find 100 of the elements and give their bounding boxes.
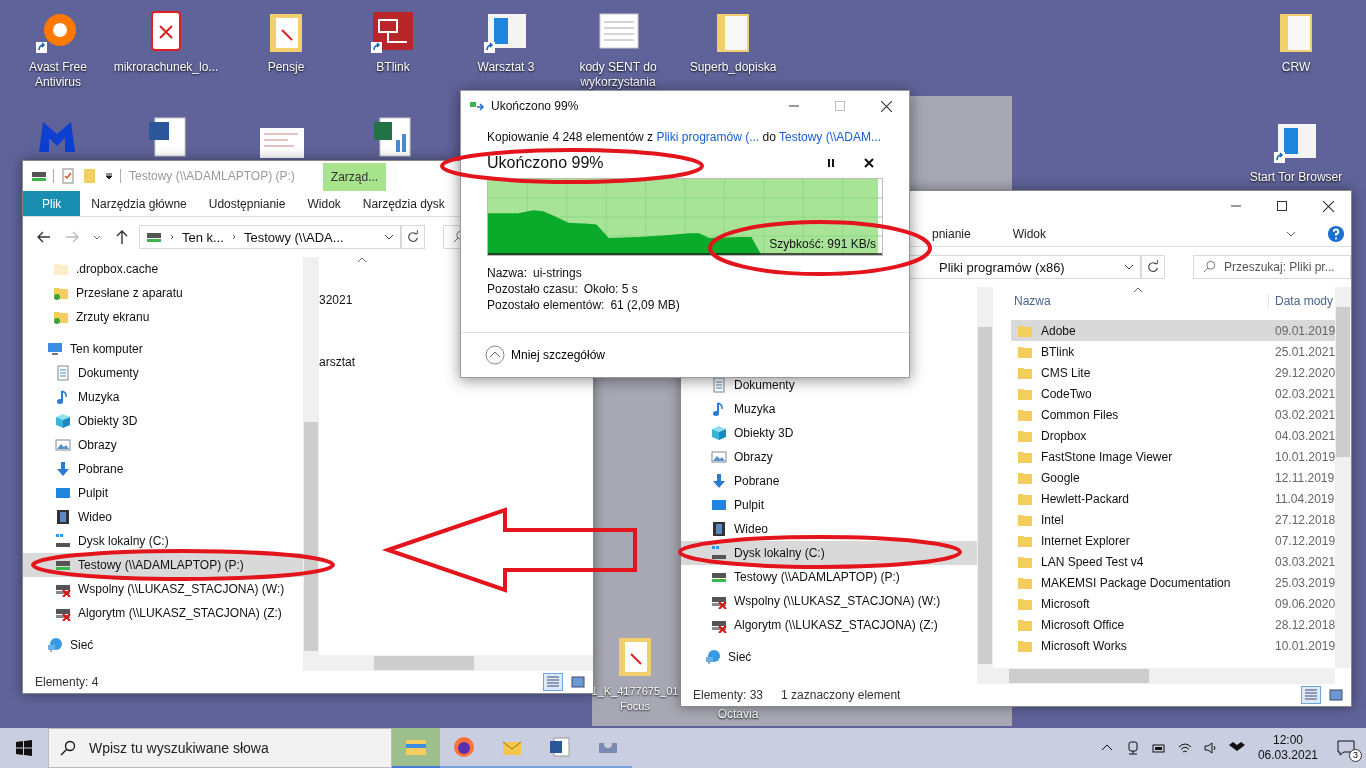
file-row[interactable]: Microsoft Office 28.12.2018	[1011, 614, 1335, 635]
ribbon-tab[interactable]: Narzędzia dysk	[351, 191, 456, 216]
nav-item[interactable]: Testowy (\\ADAMLAPTOP) (P:)	[681, 565, 977, 589]
desktop-icon-label[interactable]: CRW	[1281, 60, 1311, 75]
file-row[interactable]: Dropbox 04.03.2021	[1011, 425, 1335, 446]
horizontal-scrollbar[interactable]	[319, 655, 593, 671]
refresh-button[interactable]	[401, 225, 425, 249]
nav-item[interactable]: Pobrane	[23, 457, 303, 481]
file-row[interactable]: CMS Lite 29.12.2020	[1011, 362, 1335, 383]
large-icons-view-icon[interactable]	[1327, 687, 1345, 703]
nav-item[interactable]: .dropbox.cache	[23, 257, 303, 281]
file-row[interactable]: Common Files 03.02.2021	[1011, 404, 1335, 425]
file-name: Microsoft	[1041, 596, 1091, 611]
clock[interactable]: 12:00 06.03.2021	[1257, 733, 1318, 763]
taskbar-search-field[interactable]: Wpisz tu wyszukiwane słowa	[48, 728, 392, 768]
file-date: 29.12.2020	[1275, 365, 1335, 380]
nav-item[interactable]: Obrazy	[681, 445, 977, 469]
desktop-icon-label[interactable]: Superb_dopiska	[689, 60, 777, 75]
nav-item[interactable]: Wideo	[23, 505, 303, 529]
nav-item[interactable]: Dysk lokalny (C:)	[23, 529, 303, 553]
large-icons-view-icon[interactable]	[569, 674, 587, 690]
source-link[interactable]: Pliki programów (...	[656, 130, 760, 144]
file-date: 25.03.2019	[1275, 575, 1335, 590]
scrollbar[interactable]	[303, 257, 319, 671]
scrollbar[interactable]	[977, 287, 993, 684]
dropdown-chevron-icon[interactable]	[1124, 262, 1134, 272]
ribbon-tab[interactable]: Plik	[23, 191, 81, 216]
column-header[interactable]: Nazwa	[1014, 294, 1268, 308]
file-row[interactable]: LAN Speed Test v4 03.03.2021	[1011, 551, 1335, 572]
nav-item[interactable]: Obrazy	[23, 433, 303, 457]
dropdown-chevron-icon[interactable]	[384, 232, 394, 242]
nav-item[interactable]: Dokumenty	[23, 361, 303, 385]
sort-caret-icon[interactable]	[1133, 287, 1143, 293]
file-explorer-taskbar-icon[interactable]	[392, 728, 440, 768]
destination-link[interactable]: Testowy (\\ADAM...	[778, 130, 881, 144]
breadcrumb-item[interactable]: Testowy (\\ADA...	[243, 229, 344, 245]
fewer-details-button[interactable]: Mniej szczegółów	[485, 345, 606, 365]
speaker-icon[interactable]	[1202, 740, 1219, 756]
column-header[interactable]: Data mody	[1268, 294, 1334, 308]
desktop-icon-label[interactable]: Avast Free Antivirus	[10, 60, 106, 90]
file-row[interactable]: Hewlett-Packard 11.04.2019	[1011, 488, 1335, 509]
window-title: Testowy (\\ADAMLAPTOP) (P:)	[129, 169, 295, 183]
nav-item[interactable]: Wideo	[681, 517, 977, 541]
file-row[interactable]: Intel 27.12.2018	[1011, 509, 1335, 530]
ribbon-tab[interactable]: Narzędzia główne	[80, 191, 198, 216]
nav-item[interactable]: Algorytm (\\LUKASZ_STACJONA) (Z:)	[681, 613, 977, 637]
file-row[interactable]: Google 12.11.2019	[1011, 467, 1335, 488]
desktop-icon-label[interactable]: BTlink	[376, 60, 410, 75]
ribbon-tab[interactable]: Widok	[296, 191, 352, 216]
sort-caret-icon[interactable]	[357, 257, 367, 263]
desktop-icon-label[interactable]: mikrorachunek_lo...	[113, 60, 219, 75]
refresh-button[interactable]	[1141, 255, 1165, 279]
file-name[interactable]: arsztat	[319, 355, 355, 369]
file-name[interactable]: 32021	[319, 293, 353, 307]
nav-item[interactable]: Przesłane z aparatu	[23, 281, 303, 305]
ribbon-tab[interactable]: Udostępnianie	[197, 191, 297, 216]
nav-item[interactable]: Sieć	[681, 645, 977, 669]
file-row[interactable]: CodeTwo 02.03.2021	[1011, 383, 1335, 404]
nav-item[interactable]: Zrzuty ekranu	[23, 305, 303, 329]
customize-caret-icon[interactable]	[104, 171, 114, 181]
nav-item[interactable]: Wspolny (\\LUKASZ_STACJONA) (W:)	[681, 589, 977, 613]
file-row[interactable]: Internet Explorer 07.12.2019	[1011, 530, 1335, 551]
file-row[interactable]: Adobe 09.01.2019	[1011, 320, 1335, 341]
desktop-icon-label[interactable]: Start Tor Browser	[1249, 170, 1343, 185]
search-field[interactable]: Przeszukaj: Pliki pr...	[1193, 255, 1351, 279]
horizontal-scrollbar[interactable]	[993, 668, 1335, 684]
nav-item[interactable]: Obiekty 3D	[23, 409, 303, 433]
file-name: BTlink	[1041, 344, 1076, 359]
help-icon[interactable]	[1327, 224, 1345, 243]
ribbon-tab[interactable]: pnianie	[921, 221, 982, 246]
nav-item[interactable]: Wspolny (\\LUKASZ_STACJONA) (W:)	[23, 577, 303, 601]
file-row[interactable]: Microsoft Works 10.01.2019	[1011, 635, 1335, 656]
scrollbar[interactable]	[1335, 287, 1351, 668]
nav-item[interactable]: Obiekty 3D	[681, 421, 977, 445]
nav-item[interactable]: Ten komputer	[23, 337, 303, 361]
file-row[interactable]: Microsoft 09.06.2020	[1011, 593, 1335, 614]
status-text: Elementy: 4	[35, 675, 99, 689]
breadcrumb-item[interactable]: Ten k...	[182, 229, 224, 245]
document-icon	[55, 365, 71, 381]
ribbon-tab[interactable]: Widok	[1001, 221, 1058, 246]
desktop-icon-label[interactable]: Warsztat 3	[477, 60, 535, 75]
nav-item[interactable]: Algorytm (\\LUKASZ_STACJONA) (Z:)	[23, 601, 303, 625]
nav-item[interactable]: Pulpit	[681, 493, 977, 517]
file-row[interactable]: BTlink 25.01.2021	[1011, 341, 1335, 362]
file-row[interactable]: FastStone Image Viewer 10.01.2019	[1011, 446, 1335, 467]
desktop-icon-label[interactable]: Pensje	[267, 60, 305, 75]
file-row[interactable]: MAKEMSI Package Documentation 25.03.2019	[1011, 572, 1335, 593]
file-name: CMS Lite	[1041, 365, 1092, 380]
nav-item[interactable]: Pulpit	[23, 481, 303, 505]
nav-item[interactable]: Muzyka	[681, 397, 977, 421]
properties-checklist-icon[interactable]	[60, 168, 76, 184]
nav-item[interactable]: Sieć	[23, 633, 303, 657]
up-arrow-icon[interactable]	[114, 229, 130, 245]
contextual-tab[interactable]: Zarząd...	[322, 163, 387, 191]
address-bar[interactable]: Ten k... Testowy (\\ADA...	[139, 225, 401, 249]
desktop-icon-label[interactable]: kody SENT do wykorzystania	[570, 60, 666, 90]
nav-item[interactable]: Pobrane	[681, 469, 977, 493]
back-arrow-icon[interactable]	[36, 229, 52, 245]
notifications-button[interactable]: 3	[1326, 728, 1366, 768]
nav-item[interactable]: Muzyka	[23, 385, 303, 409]
